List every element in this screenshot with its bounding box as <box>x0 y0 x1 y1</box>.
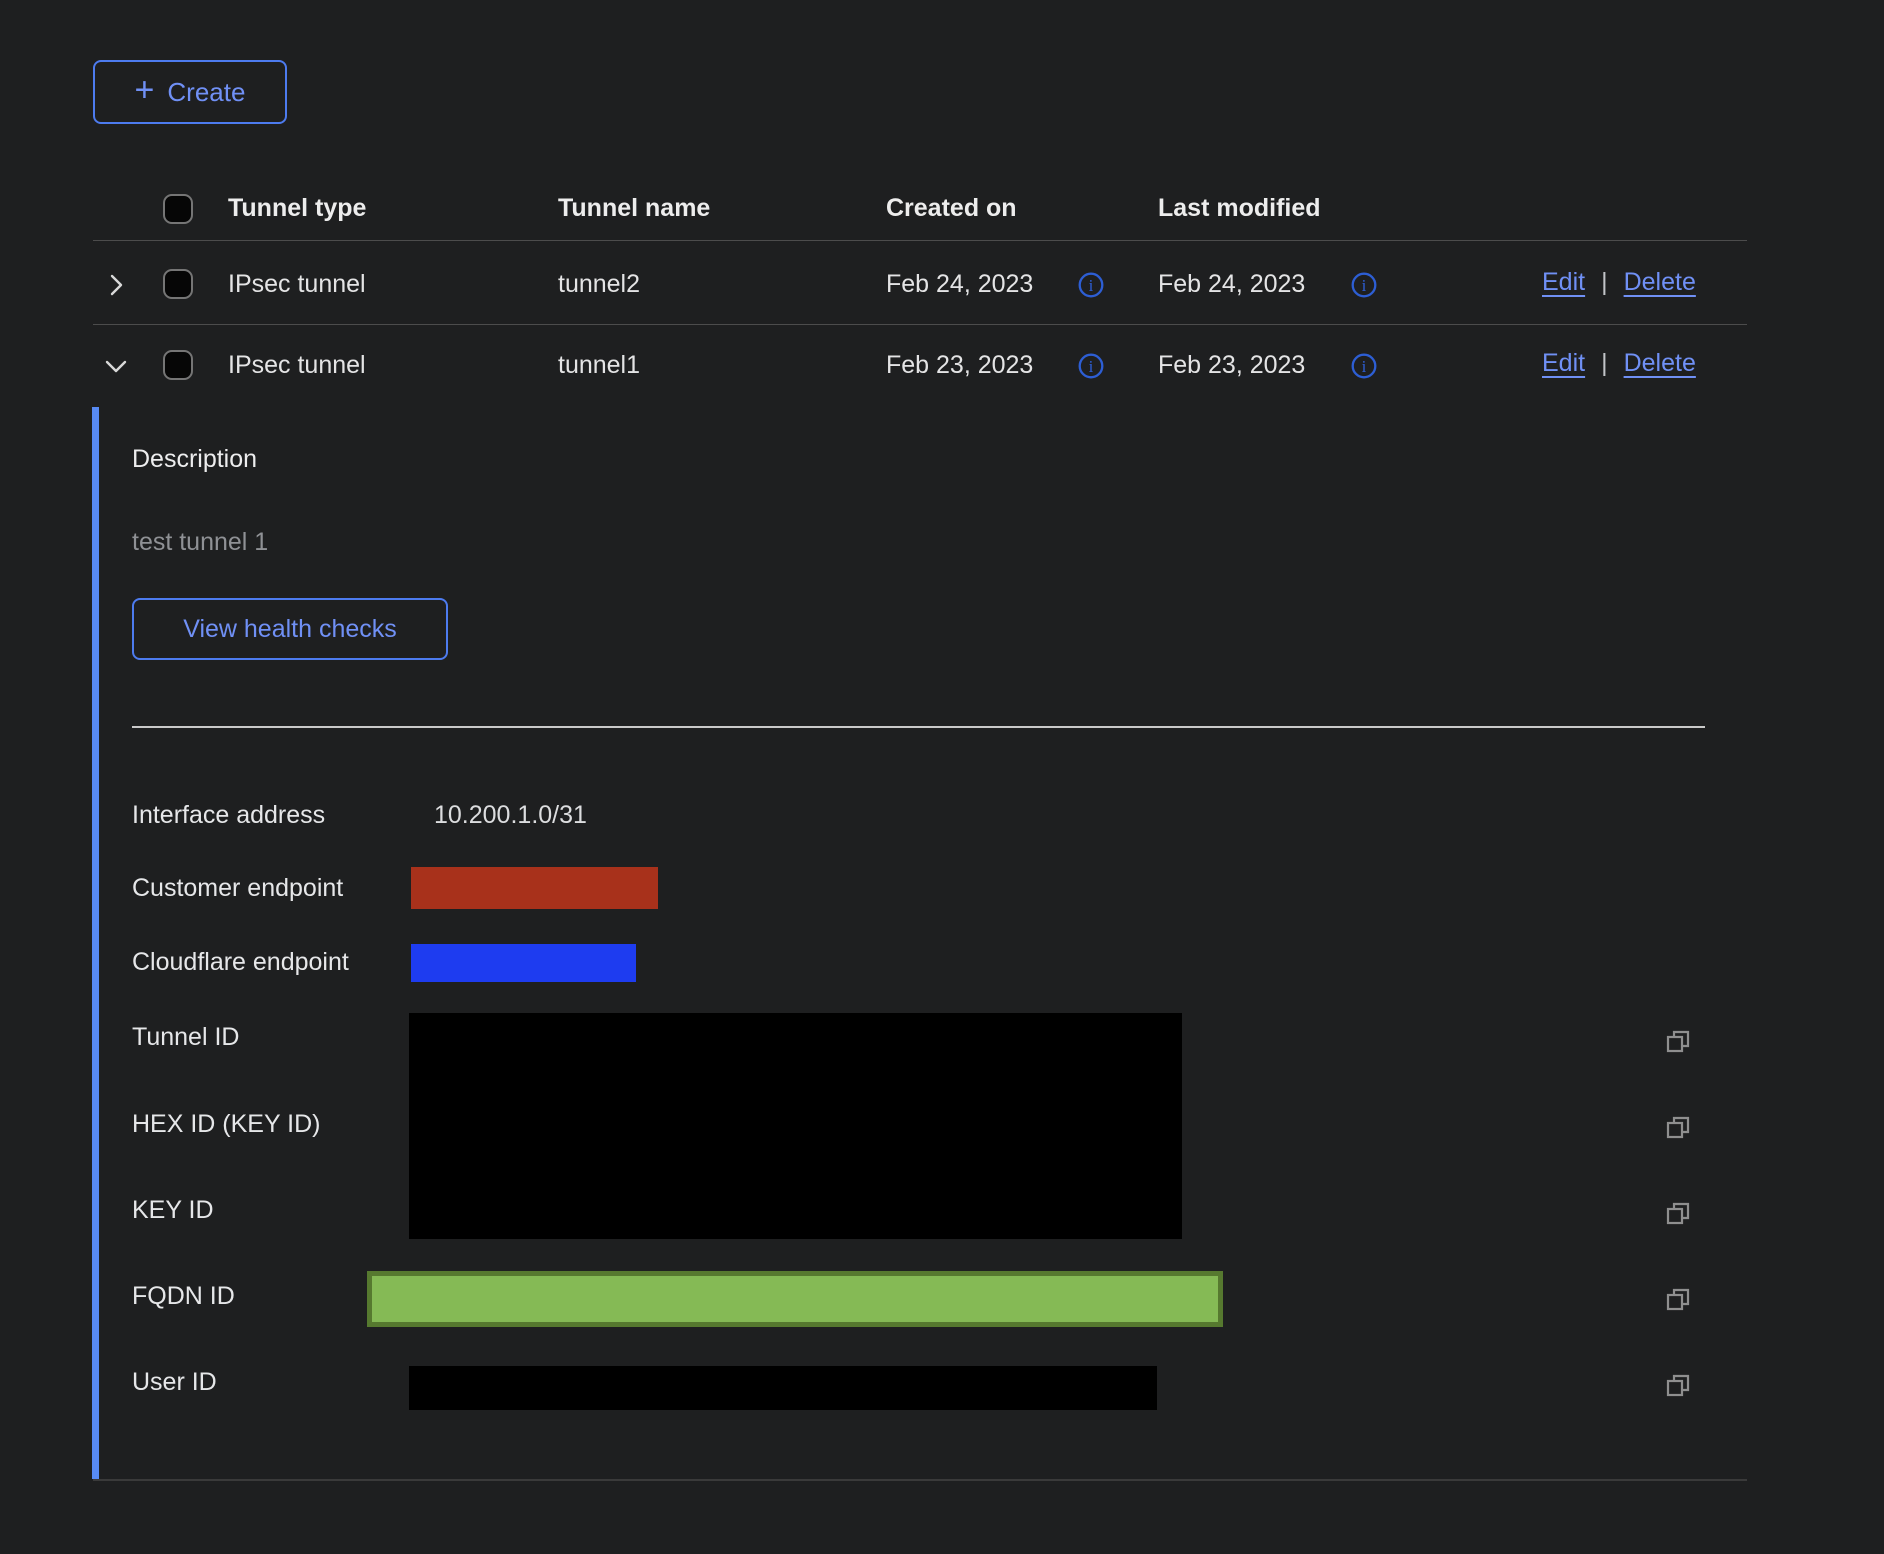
row-tunnel-type: IPsec tunnel <box>228 351 366 380</box>
delete-link[interactable]: Delete <box>1624 268 1696 297</box>
row-created-on: Feb 23, 2023 <box>886 351 1033 380</box>
interface-address-label: Interface address <box>132 801 325 830</box>
details-divider <box>132 726 1705 728</box>
row-tunnel-name: tunnel1 <box>558 351 640 380</box>
row-actions: Edit | Delete <box>1542 349 1696 378</box>
customer-endpoint-label: Customer endpoint <box>132 874 343 903</box>
copy-icon[interactable] <box>1662 1283 1694 1315</box>
svg-text:i: i <box>1362 276 1367 295</box>
cloudflare-endpoint-label: Cloudflare endpoint <box>132 948 349 977</box>
view-health-checks-button[interactable]: View health checks <box>132 598 448 660</box>
plus-icon: + <box>135 73 155 107</box>
tunnel-id-label: Tunnel ID <box>132 1023 239 1052</box>
row-actions: Edit | Delete <box>1542 268 1696 297</box>
row-divider <box>93 324 1747 325</box>
user-id-label: User ID <box>132 1368 217 1397</box>
svg-text:i: i <box>1089 357 1094 376</box>
hex-id-label: HEX ID (KEY ID) <box>132 1110 320 1139</box>
row-last-modified: Feb 23, 2023 <box>1158 351 1305 380</box>
chevron-right-icon[interactable] <box>102 271 130 299</box>
info-icon[interactable]: i <box>1077 352 1105 380</box>
copy-icon[interactable] <box>1662 1111 1694 1143</box>
row-checkbox[interactable] <box>163 350 193 380</box>
select-all-checkbox[interactable] <box>163 194 193 224</box>
info-icon[interactable]: i <box>1077 271 1105 299</box>
edit-link[interactable]: Edit <box>1542 349 1585 378</box>
svg-text:i: i <box>1362 357 1367 376</box>
action-separator: | <box>1601 268 1608 297</box>
svg-text:i: i <box>1089 276 1094 295</box>
copy-icon[interactable] <box>1662 1369 1694 1401</box>
description-label: Description <box>132 445 257 474</box>
header-divider <box>93 240 1747 241</box>
create-button-label: Create <box>167 77 245 108</box>
ids-redaction-block <box>409 1013 1182 1239</box>
delete-link[interactable]: Delete <box>1624 349 1696 378</box>
header-last-modified: Last modified <box>1158 194 1321 223</box>
action-separator: | <box>1601 349 1608 378</box>
info-icon[interactable]: i <box>1350 271 1378 299</box>
header-created-on: Created on <box>886 194 1017 223</box>
header-tunnel-type: Tunnel type <box>228 194 366 223</box>
copy-icon[interactable] <box>1662 1025 1694 1057</box>
fqdn-id-redaction <box>367 1271 1223 1327</box>
header-tunnel-name: Tunnel name <box>558 194 710 223</box>
row-tunnel-type: IPsec tunnel <box>228 270 366 299</box>
copy-icon[interactable] <box>1662 1197 1694 1229</box>
panel-bottom-divider <box>93 1479 1747 1481</box>
tunnels-page: + Create Tunnel type Tunnel name Created… <box>0 0 1884 1554</box>
info-icon[interactable]: i <box>1350 352 1378 380</box>
chevron-down-icon[interactable] <box>102 352 130 380</box>
edit-link[interactable]: Edit <box>1542 268 1585 297</box>
fqdn-id-label: FQDN ID <box>132 1282 235 1311</box>
row-last-modified: Feb 24, 2023 <box>1158 270 1305 299</box>
row-created-on: Feb 24, 2023 <box>886 270 1033 299</box>
description-value: test tunnel 1 <box>132 528 268 557</box>
customer-endpoint-redaction <box>411 867 658 909</box>
create-button[interactable]: + Create <box>93 60 287 124</box>
row-tunnel-name: tunnel2 <box>558 270 640 299</box>
cloudflare-endpoint-redaction <box>411 944 636 982</box>
user-id-redaction <box>409 1366 1157 1410</box>
row-checkbox[interactable] <box>163 269 193 299</box>
key-id-label: KEY ID <box>132 1196 214 1225</box>
expanded-row-accent-bar <box>92 407 99 1479</box>
interface-address-value: 10.200.1.0/31 <box>434 801 587 830</box>
